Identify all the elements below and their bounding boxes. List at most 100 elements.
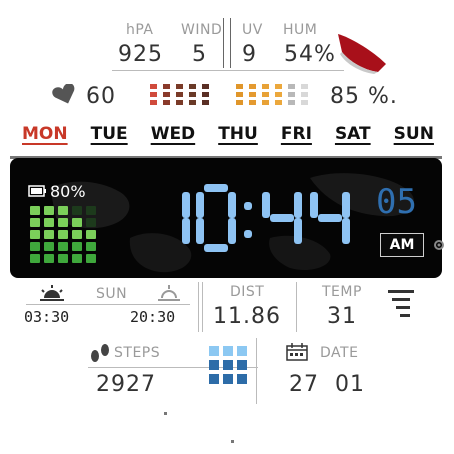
clock-digit-segment — [318, 214, 342, 222]
weekday-row: MON TUE WED THU FRI SAT SUN — [22, 124, 434, 144]
humidity-value: 54% — [284, 42, 336, 67]
steps-value: 2927 — [96, 372, 156, 397]
battery-grid-cell — [72, 254, 82, 263]
steps-label: STEPS — [114, 345, 161, 361]
menu-lines-icon[interactable] — [388, 289, 414, 319]
clock-digit-segment — [196, 192, 204, 218]
heart-bar-cell — [189, 100, 196, 105]
clock-digit-segment — [342, 218, 350, 244]
weekday-sun: SUN — [393, 124, 434, 144]
battery-grid-cell — [58, 242, 68, 251]
battery-grid-cell — [72, 206, 82, 215]
heart-bar-cell — [202, 92, 209, 97]
battery-bar-cell — [288, 92, 295, 97]
battery-bar-cell — [275, 84, 282, 89]
clock-digit-segment — [228, 192, 236, 218]
steps-grid-cell — [237, 360, 247, 370]
top-divider-left — [223, 18, 224, 68]
battery-grid-cell — [58, 254, 68, 263]
wind-value: 5 — [192, 42, 207, 67]
sun-underline — [26, 304, 190, 305]
battery-percent: 85 %. — [330, 84, 398, 109]
calendar-icon — [286, 343, 308, 361]
clock-digit-segment — [244, 202, 252, 210]
heart-bar-cell — [150, 100, 157, 105]
battery-grid-cell — [30, 206, 40, 215]
clock-digit-segment — [196, 218, 204, 244]
battery-grid-cell — [72, 230, 82, 239]
distance-label: DIST — [230, 284, 265, 300]
steps-grid-cell — [223, 360, 233, 370]
clock-digit-segment — [228, 218, 236, 244]
heart-bar-cell — [176, 92, 183, 97]
clock-digit-segment — [204, 184, 228, 192]
wind-label: WIND — [181, 22, 223, 38]
distance-value: 11.86 — [213, 304, 281, 329]
sun-dist-divider — [198, 282, 199, 332]
heart-bar-cell — [176, 100, 183, 105]
steps-date-divider — [256, 338, 257, 404]
heart-bar-cell — [150, 84, 157, 89]
steps-grid-cell — [209, 360, 219, 370]
temperature-label: TEMP — [322, 284, 362, 300]
weekday-mon: MON — [22, 124, 68, 144]
battery-grid-cell — [44, 206, 54, 215]
battery-bar-cell — [262, 92, 269, 97]
sunrise-time: 03:30 — [24, 308, 70, 326]
sun-label: SUN — [96, 286, 128, 302]
sun-dist-divider-2 — [202, 282, 203, 332]
uv-value: 9 — [242, 42, 257, 67]
battery-grid-cell — [44, 242, 54, 251]
battery-grid-cell — [30, 254, 40, 263]
sunset-time: 20:30 — [130, 308, 176, 326]
battery-bar-cell — [236, 92, 243, 97]
steps-grid-cell — [209, 346, 219, 356]
clock-digit-segment — [294, 192, 302, 218]
battery-bar-cell — [288, 84, 295, 89]
battery-bar-cell — [262, 100, 269, 105]
heart-bar-cell — [163, 84, 170, 89]
battery-grid-cell — [58, 230, 68, 239]
battery-grid-cell — [58, 206, 68, 215]
heart-bar-cell — [189, 84, 196, 89]
watch-battery-percent: 80% — [50, 182, 86, 201]
settings-gear-icon[interactable] — [432, 238, 446, 252]
battery-bar-cell — [249, 84, 256, 89]
clock-seconds: 05 — [376, 182, 417, 222]
battery-bar-cell — [249, 92, 256, 97]
battery-bar-cell — [236, 84, 243, 89]
battery-bar-cell — [275, 92, 282, 97]
battery-grid-cell — [30, 242, 40, 251]
top-underline — [112, 70, 344, 71]
battery-grid-cell — [86, 242, 96, 251]
battery-bar-cell — [301, 100, 308, 105]
date-label: DATE — [320, 345, 359, 361]
uv-label: UV — [242, 22, 263, 38]
steps-grid-cell — [223, 374, 233, 384]
pressure-label: hPA — [126, 22, 154, 38]
heart-icon — [52, 84, 75, 104]
battery-bar-cell — [236, 100, 243, 105]
battery-grid-cell — [86, 218, 96, 227]
weekday-wed: WED — [150, 124, 196, 144]
heart-bar-cell — [150, 92, 157, 97]
battery-grid-cell — [44, 254, 54, 263]
battery-grid-cell — [72, 242, 82, 251]
battery-grid-cell — [72, 218, 82, 227]
battery-bar-cell — [249, 100, 256, 105]
battery-bar-cell — [275, 100, 282, 105]
dist-temp-divider — [296, 282, 297, 332]
steps-grid-cell — [223, 346, 233, 356]
heart-bar-cell — [202, 100, 209, 105]
weekday-sat: SAT — [334, 124, 371, 144]
top-divider-right — [230, 18, 231, 68]
battery-bar-cell — [262, 84, 269, 89]
date-day: 27 — [289, 372, 319, 397]
heart-bar-cell — [163, 100, 170, 105]
battery-grid-cell — [44, 230, 54, 239]
steps-grid-cell — [237, 346, 247, 356]
clock-digit-segment — [294, 218, 302, 244]
sunrise-icon — [40, 285, 64, 301]
temperature-value: 31 — [327, 304, 357, 329]
sunset-icon — [158, 285, 180, 301]
